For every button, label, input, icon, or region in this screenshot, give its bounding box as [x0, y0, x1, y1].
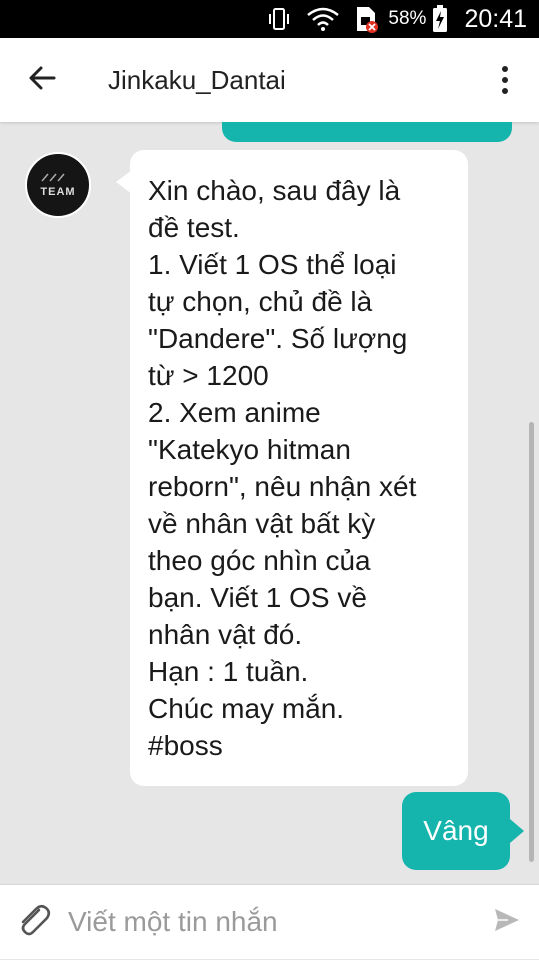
- message-list[interactable]: TEAM Xin chào, sau đây là đề test. 1. Vi…: [0, 122, 539, 884]
- send-icon: [493, 906, 521, 938]
- incoming-message-bubble[interactable]: Xin chào, sau đây là đề test. 1. Viết 1 …: [130, 150, 468, 786]
- app-bar: Jinkaku_Dantai: [0, 38, 539, 122]
- conversation-title: Jinkaku_Dantai: [108, 64, 286, 95]
- wifi-icon: [306, 6, 340, 32]
- team-logo-icon: [41, 173, 65, 182]
- phone-vibrate-icon: [266, 6, 292, 32]
- status-bar: 58% 20:41: [0, 0, 539, 38]
- battery-percent: 58%: [388, 8, 427, 29]
- clock: 20:41: [464, 4, 527, 33]
- attach-button[interactable]: [4, 885, 64, 960]
- send-button[interactable]: [475, 885, 539, 960]
- message-input[interactable]: [64, 892, 475, 952]
- paperclip-icon: [14, 900, 54, 944]
- composer-bar: [0, 884, 539, 959]
- more-vert-icon: [502, 66, 508, 72]
- outgoing-message-bubble[interactable]: Vâng: [402, 792, 510, 870]
- outgoing-bubble-tail: [510, 819, 524, 843]
- previous-outgoing-bubble: [222, 122, 512, 142]
- scrollbar[interactable]: [529, 422, 534, 862]
- more-options-button[interactable]: [489, 60, 521, 100]
- arrow-left-icon: [28, 64, 56, 96]
- avatar[interactable]: TEAM: [25, 152, 91, 218]
- back-button[interactable]: [0, 38, 84, 122]
- battery-charging-icon: [432, 5, 448, 33]
- avatar-label: TEAM: [40, 186, 76, 198]
- sim-no-signal-icon: [354, 5, 379, 33]
